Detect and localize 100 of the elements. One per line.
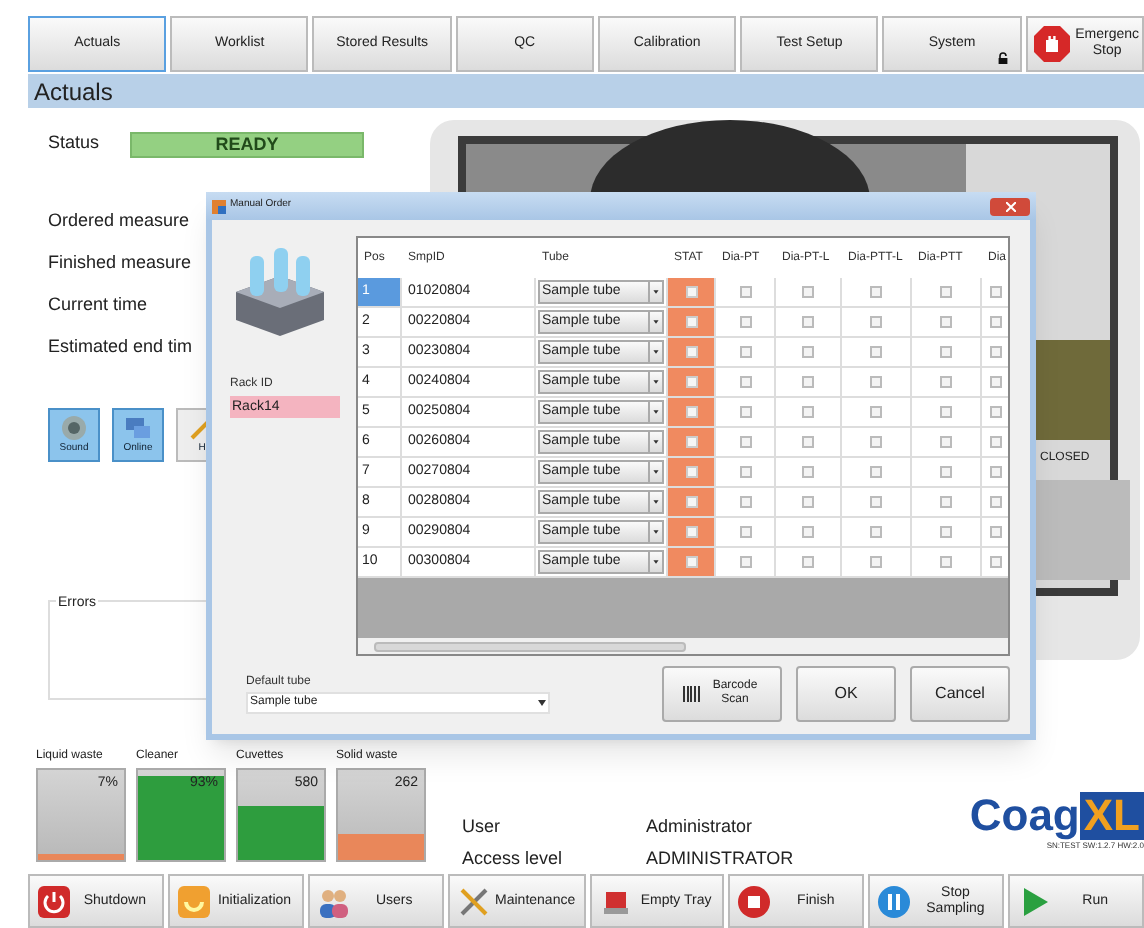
checkbox[interactable] [870, 406, 882, 418]
checkbox[interactable] [739, 286, 751, 298]
checkbox[interactable] [685, 526, 697, 538]
checkbox[interactable] [940, 346, 952, 358]
checkbox[interactable] [940, 526, 952, 538]
checkbox[interactable] [940, 466, 952, 478]
checkbox[interactable] [870, 376, 882, 388]
info-label: Ordered measure [48, 208, 190, 234]
checkbox[interactable] [990, 526, 1002, 538]
dialog-button[interactable]: OK [796, 665, 896, 721]
checkbox[interactable] [802, 286, 814, 298]
app-icon [212, 199, 226, 213]
dropdown-arrow-icon [648, 492, 662, 512]
dropdown-arrow-icon [538, 699, 546, 705]
users-icon [317, 885, 350, 917]
dropdown-arrow-icon [648, 552, 662, 572]
speaker-icon [60, 413, 88, 442]
dropdown-arrow-icon [648, 462, 662, 482]
checkbox[interactable] [940, 436, 952, 448]
checkbox[interactable] [990, 466, 1002, 478]
checkbox[interactable] [739, 316, 751, 328]
checkbox[interactable] [990, 496, 1002, 508]
tube-rack-icon [230, 248, 330, 340]
checkbox[interactable] [802, 346, 814, 358]
dropdown-arrow-icon [648, 432, 662, 452]
checkbox[interactable] [990, 556, 1002, 568]
checkbox[interactable] [940, 556, 952, 568]
checkbox[interactable] [940, 286, 952, 298]
checkbox[interactable] [685, 556, 697, 568]
close-icon [1005, 201, 1015, 211]
checkbox[interactable] [685, 316, 697, 328]
stop-circle-icon [738, 885, 771, 917]
checkbox[interactable] [802, 526, 814, 538]
checkbox[interactable] [940, 496, 952, 508]
checkbox[interactable] [870, 556, 882, 568]
checkbox[interactable] [990, 406, 1002, 418]
horizontal-scrollbar[interactable] [358, 638, 1008, 654]
checkbox[interactable] [870, 316, 882, 328]
power-icon [38, 885, 70, 917]
checkbox[interactable] [739, 526, 751, 538]
checkbox[interactable] [685, 406, 697, 418]
checkbox[interactable] [870, 466, 882, 478]
access-level-value: ADMINISTRATOR [646, 845, 794, 871]
user-label: User [462, 814, 503, 840]
checkbox[interactable] [940, 376, 952, 388]
checkbox[interactable] [802, 406, 814, 418]
checkbox[interactable] [739, 436, 751, 448]
checkbox[interactable] [990, 346, 1002, 358]
checkbox[interactable] [870, 436, 882, 448]
checkbox[interactable] [739, 376, 751, 388]
checkbox[interactable] [685, 466, 697, 478]
access-level-label: Access level [462, 845, 565, 871]
checkbox[interactable] [990, 436, 1002, 448]
checkbox[interactable] [940, 406, 952, 418]
checkbox[interactable] [685, 346, 697, 358]
checkbox[interactable] [870, 526, 882, 538]
dialog-button[interactable]: Cancel [910, 665, 1010, 721]
checkbox[interactable] [739, 496, 751, 508]
checkbox[interactable] [870, 286, 882, 298]
checkbox[interactable] [685, 496, 697, 508]
dropdown-arrow-icon [648, 342, 662, 362]
dropdown-arrow-icon [648, 522, 662, 542]
checkbox[interactable] [685, 286, 697, 298]
checkbox[interactable] [685, 436, 697, 448]
checkbox[interactable] [870, 346, 882, 358]
checkbox[interactable] [802, 376, 814, 388]
tools-icon [457, 885, 490, 917]
pause-icon [878, 885, 911, 917]
dropdown-arrow-icon [648, 372, 662, 392]
dropdown-arrow-icon [648, 402, 662, 422]
info-label: Finished measure [48, 250, 192, 276]
checkbox[interactable] [802, 436, 814, 448]
checkbox[interactable] [739, 346, 751, 358]
status-label: Status [48, 130, 102, 157]
page-title: Actuals [34, 75, 113, 109]
checkbox[interactable] [870, 496, 882, 508]
checkbox[interactable] [990, 376, 1002, 388]
logo: CoagXL [969, 792, 1144, 840]
monitor-icon [124, 413, 152, 442]
checkbox[interactable] [990, 316, 1002, 328]
checkbox[interactable] [802, 556, 814, 568]
status-indicator: READY [130, 131, 364, 157]
checkbox[interactable] [940, 316, 952, 328]
checkbox[interactable] [685, 376, 697, 388]
dropdown-arrow-icon [648, 312, 662, 332]
checkbox[interactable] [739, 556, 751, 568]
checkbox[interactable] [802, 496, 814, 508]
play-icon [1018, 885, 1051, 917]
checkbox[interactable] [739, 406, 751, 418]
checkbox[interactable] [802, 466, 814, 478]
dropdown-arrow-icon [648, 282, 662, 302]
checkbox[interactable] [990, 286, 1002, 298]
close-button[interactable] [990, 197, 1030, 215]
stop-hand-icon [1033, 26, 1070, 62]
info-label: Estimated end tim [48, 334, 193, 360]
checkbox[interactable] [802, 316, 814, 328]
refresh-icon [177, 885, 210, 917]
barcode-icon [681, 685, 701, 701]
checkbox[interactable] [739, 466, 751, 478]
user-name: Administrator [646, 814, 755, 840]
